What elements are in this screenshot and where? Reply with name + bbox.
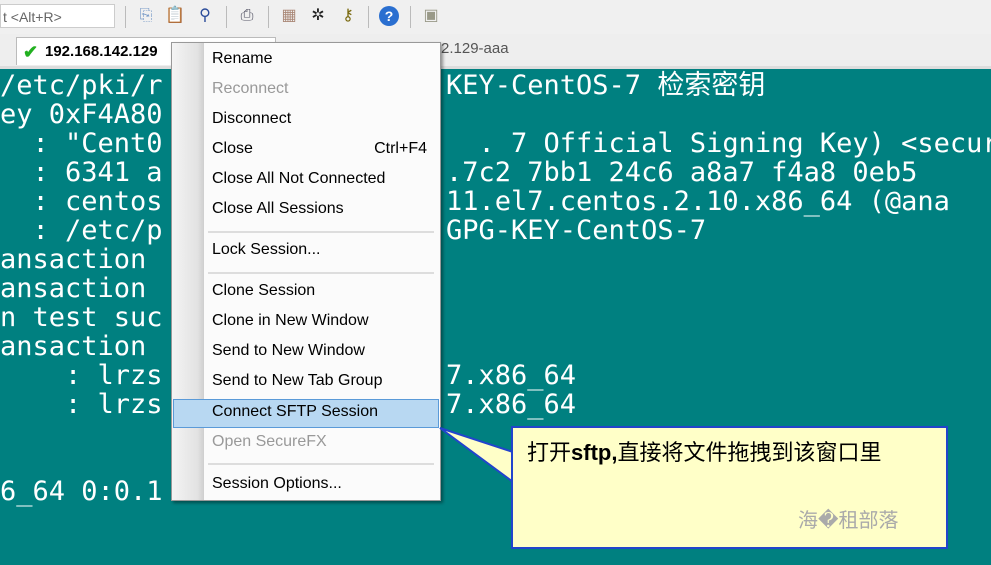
callout-text: 打开sftp,直接将文件拖拽到该窗口里 xyxy=(527,440,882,465)
annotation-callout: 打开sftp,直接将文件拖拽到该窗口里 海�租部落 xyxy=(511,426,948,549)
watermark: 海�租部落 xyxy=(798,508,899,532)
